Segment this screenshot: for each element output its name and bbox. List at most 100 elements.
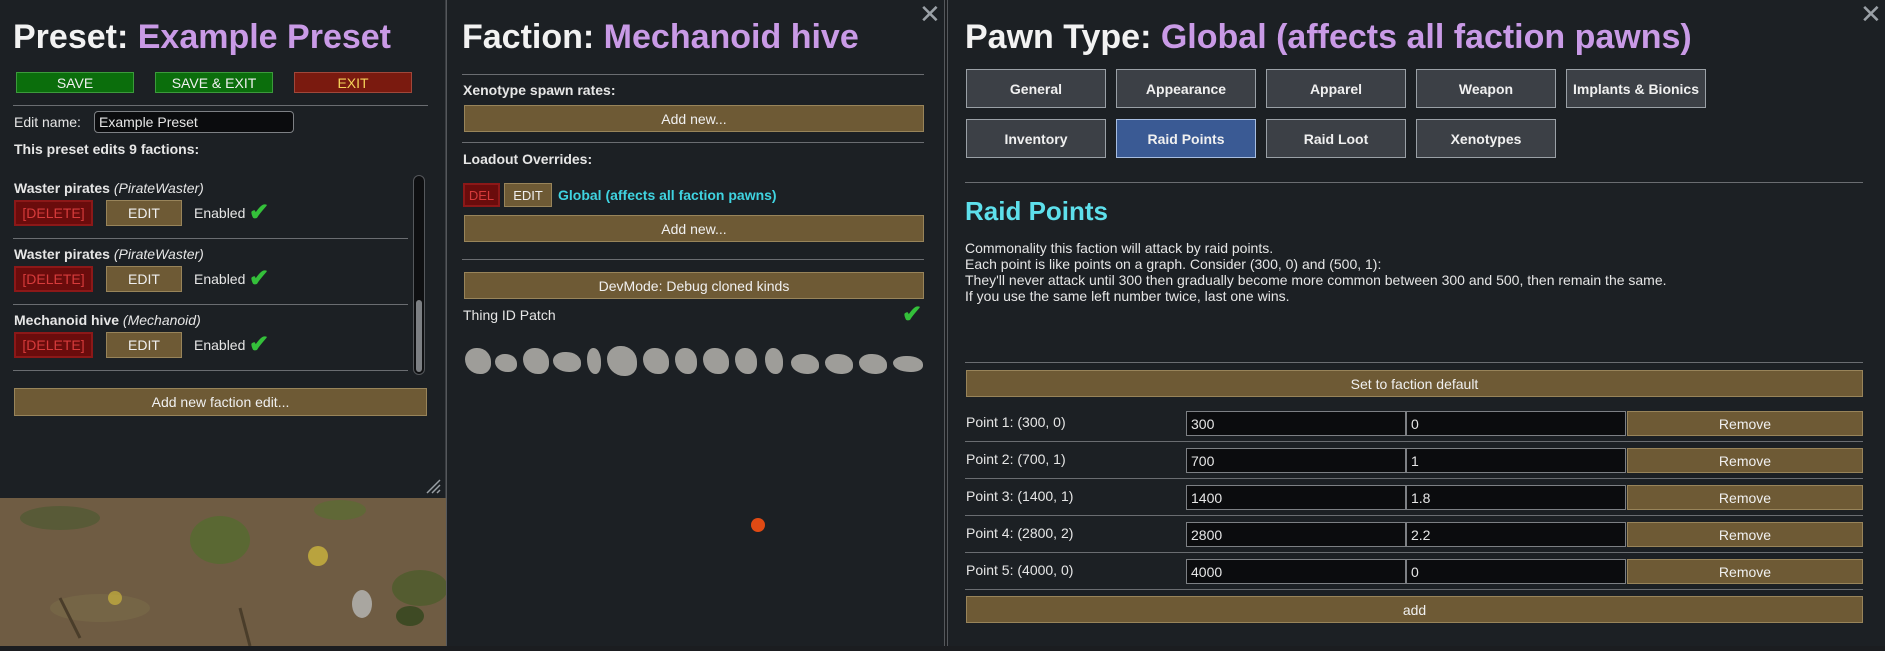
remove-point-button[interactable]: Remove xyxy=(1627,411,1863,436)
tab-inventory[interactable]: Inventory xyxy=(966,119,1106,158)
pawn-type-title: Pawn Type: Global (affects all faction p… xyxy=(965,18,1692,57)
mech-kind-icon[interactable] xyxy=(465,348,491,374)
divider xyxy=(965,182,1863,183)
faction-title-prefix: Faction: xyxy=(462,18,604,56)
save-button[interactable]: SAVE xyxy=(16,72,134,93)
mech-kind-icon[interactable] xyxy=(495,354,517,372)
description-line: If you use the same left number twice, l… xyxy=(965,288,1290,304)
edit-faction-button[interactable]: EDIT xyxy=(106,332,182,358)
tab-raid-points[interactable]: Raid Points xyxy=(1116,119,1256,158)
add-override-button[interactable]: Add new... xyxy=(464,215,924,242)
tab-appearance[interactable]: Appearance xyxy=(1116,69,1256,108)
preset-title-prefix: Preset: xyxy=(13,18,138,56)
mech-kind-icon[interactable] xyxy=(765,348,783,374)
add-xenotype-button[interactable]: Add new... xyxy=(464,105,924,132)
point-x-input[interactable] xyxy=(1186,411,1406,436)
pawn-type-panel: ✕ Pawn Type: Global (affects all faction… xyxy=(947,0,1885,646)
point-label: Point 1: (300, 0) xyxy=(966,414,1066,430)
divider xyxy=(965,552,1863,553)
point-x-input[interactable] xyxy=(1186,448,1406,473)
faction-name: Mechanoid hive xyxy=(14,312,120,328)
exit-button[interactable]: EXIT xyxy=(294,72,412,93)
faction-panel: ✕ Faction: Mechanoid hive Xenotype spawn… xyxy=(446,0,945,646)
preset-name-input[interactable] xyxy=(94,111,294,133)
divider xyxy=(965,515,1863,516)
mech-kind-icon[interactable] xyxy=(607,346,637,376)
mech-kind-icon[interactable] xyxy=(735,348,757,374)
tab-general[interactable]: General xyxy=(966,69,1106,108)
preset-panel: Preset: Example Preset SAVE SAVE & EXIT … xyxy=(0,0,446,498)
world-map-background xyxy=(0,498,448,647)
faction-status: Enabled xyxy=(194,337,246,353)
faction-title-name: Mechanoid hive xyxy=(603,18,859,56)
edit-name-label: Edit name: xyxy=(14,114,81,130)
point-y-input[interactable] xyxy=(1406,448,1626,473)
faction-status: Enabled xyxy=(194,205,246,221)
tab-weapon[interactable]: Weapon xyxy=(1416,69,1556,108)
override-pawn-link[interactable]: Global (affects all faction pawns) xyxy=(558,187,777,203)
close-icon[interactable]: ✕ xyxy=(919,1,941,27)
divider xyxy=(462,259,924,260)
faction-name: Waster pirates xyxy=(14,180,110,196)
point-label: Point 2: (700, 1) xyxy=(966,451,1066,467)
point-y-input[interactable] xyxy=(1406,485,1626,510)
mech-kind-icon[interactable] xyxy=(523,348,549,374)
devmode-debug-button[interactable]: DevMode: Debug cloned kinds xyxy=(464,272,924,299)
point-label: Point 5: (4000, 0) xyxy=(966,562,1074,578)
description-line: Commonality this faction will attack by … xyxy=(965,240,1274,256)
description-line: Each point is like points on a graph. Co… xyxy=(965,256,1382,272)
mech-kind-icon[interactable] xyxy=(587,348,601,374)
divider xyxy=(965,362,1863,363)
mech-kind-icon[interactable] xyxy=(825,354,853,374)
add-faction-edit-button[interactable]: Add new faction edit... xyxy=(14,388,427,416)
mech-kind-icon[interactable] xyxy=(553,352,581,372)
mech-kind-icon[interactable] xyxy=(859,354,887,374)
edit-faction-button[interactable]: EDIT xyxy=(106,200,182,226)
remove-point-button[interactable]: Remove xyxy=(1627,559,1863,584)
preset-title: Preset: Example Preset xyxy=(13,18,391,57)
mech-kind-icon[interactable] xyxy=(893,356,923,372)
remove-point-button[interactable]: Remove xyxy=(1627,448,1863,473)
remove-point-button[interactable]: Remove xyxy=(1627,485,1863,510)
point-label: Point 3: (1400, 1) xyxy=(966,488,1074,504)
close-icon[interactable]: ✕ xyxy=(1860,1,1882,27)
add-point-button[interactable]: add xyxy=(966,596,1863,623)
edit-faction-button[interactable]: EDIT xyxy=(106,266,182,292)
delete-faction-button[interactable]: [DELETE] xyxy=(14,266,93,292)
point-x-input[interactable] xyxy=(1186,485,1406,510)
faction-status: Enabled xyxy=(194,271,246,287)
scrollbar-thumb[interactable] xyxy=(416,300,422,372)
save-exit-button[interactable]: SAVE & EXIT xyxy=(155,72,273,93)
divider xyxy=(462,74,924,75)
set-faction-default-button[interactable]: Set to faction default xyxy=(966,370,1863,397)
point-y-input[interactable] xyxy=(1406,411,1626,436)
divider xyxy=(462,142,924,143)
section-title: Raid Points xyxy=(965,196,1109,226)
delete-override-button[interactable]: DEL xyxy=(463,183,500,207)
point-y-input[interactable] xyxy=(1406,522,1626,547)
divider xyxy=(13,304,408,305)
mech-kind-icon[interactable] xyxy=(643,348,669,374)
delete-faction-button[interactable]: [DELETE] xyxy=(14,200,93,226)
divider xyxy=(13,370,408,371)
point-y-input[interactable] xyxy=(1406,559,1626,584)
point-x-input[interactable] xyxy=(1186,522,1406,547)
tab-implants-bionics[interactable]: Implants & Bionics xyxy=(1566,69,1706,108)
resize-handle-icon[interactable] xyxy=(425,478,441,494)
edit-override-button[interactable]: EDIT xyxy=(504,183,552,207)
checkmark-icon: ✔ xyxy=(249,331,270,358)
mech-kind-icon[interactable] xyxy=(675,348,697,374)
cursor-dot-icon xyxy=(751,518,765,532)
pawn-type-title-prefix: Pawn Type: xyxy=(965,18,1161,56)
point-x-input[interactable] xyxy=(1186,559,1406,584)
tab-xenotypes[interactable]: Xenotypes xyxy=(1416,119,1556,158)
checkmark-icon[interactable]: ✔ xyxy=(902,303,922,327)
factions-summary: This preset edits 9 factions: xyxy=(14,141,200,157)
tab-apparel[interactable]: Apparel xyxy=(1266,69,1406,108)
mech-kind-icon[interactable] xyxy=(703,348,729,374)
faction-def: (Mechanoid) xyxy=(122,312,201,328)
tab-raid-loot[interactable]: Raid Loot xyxy=(1266,119,1406,158)
remove-point-button[interactable]: Remove xyxy=(1627,522,1863,547)
delete-faction-button[interactable]: [DELETE] xyxy=(14,332,93,358)
mech-kind-icon[interactable] xyxy=(791,354,819,374)
